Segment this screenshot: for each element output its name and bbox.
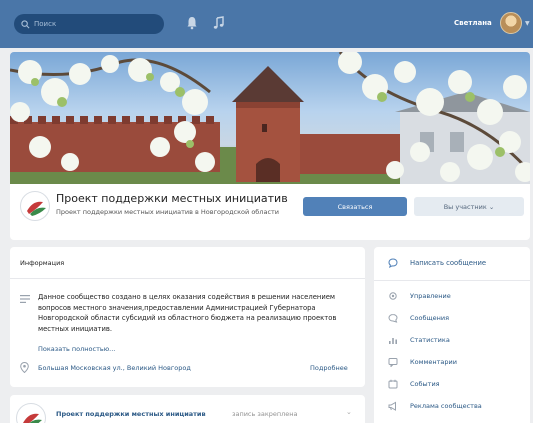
- gear-icon: [389, 292, 397, 300]
- info-title: Информация: [20, 259, 65, 267]
- search-bar[interactable]: Поиск: [14, 14, 164, 34]
- bell-icon[interactable]: [186, 16, 198, 30]
- group-logo[interactable]: [20, 191, 50, 221]
- post-menu-chevron-icon[interactable]: ⌄: [346, 408, 352, 416]
- logo-emblem-icon: [27, 201, 46, 216]
- show-more-link[interactable]: Показать полностью...: [38, 345, 115, 353]
- avatar[interactable]: [500, 12, 522, 34]
- comments-icon: [388, 358, 398, 367]
- chevron-down-icon[interactable]: ▼: [525, 20, 530, 27]
- post-author-link[interactable]: Проект поддержки местных инициатив: [56, 410, 206, 418]
- menu-item-label: События: [410, 380, 440, 388]
- top-header: Поиск Светлана ▼: [0, 0, 533, 48]
- search-input[interactable]: Поиск: [34, 20, 56, 28]
- kremlin-tower-photo: [10, 52, 530, 184]
- details-link[interactable]: Подробнее: [310, 364, 348, 372]
- member-status-button[interactable]: Вы участник ⌄: [414, 197, 524, 216]
- menu-item-events[interactable]: События: [388, 379, 440, 389]
- write-message-label: Написать сообщение: [410, 259, 487, 267]
- post-pinned-label: запись закреплена: [232, 410, 298, 418]
- user-name[interactable]: Светлана: [454, 19, 492, 27]
- community-description: Данное сообщество создано в целях оказан…: [38, 293, 337, 333]
- chat-icon: [388, 313, 398, 323]
- community-actions-menu: Написать сообщение Управление Сообщения …: [374, 247, 530, 423]
- pinned-post: Проект поддержки местных инициатив запис…: [10, 395, 365, 423]
- events-icon: [388, 379, 398, 389]
- location-pin-icon: [20, 362, 29, 373]
- megaphone-icon: [388, 401, 396, 411]
- menu-item-messages[interactable]: Сообщения: [388, 313, 449, 323]
- message-bubble-icon: [388, 258, 398, 268]
- search-icon: [21, 19, 30, 28]
- menu-item-label: Комментарии: [410, 358, 457, 366]
- logo-emblem-icon: [23, 413, 42, 423]
- post-author-avatar[interactable]: [16, 403, 46, 423]
- write-message-button[interactable]: Написать сообщение: [388, 258, 486, 268]
- stats-icon: [389, 338, 397, 344]
- menu-item-label: Статистика: [410, 336, 450, 344]
- menu-item-manage[interactable]: Управление: [388, 291, 451, 301]
- menu-item-label: Сообщения: [410, 314, 450, 322]
- info-card: Информация Данное сообщество создано в ц…: [10, 247, 365, 387]
- group-header: Проект поддержки местных инициатив Проек…: [10, 184, 530, 240]
- group-subtitle: Проект поддержки местных инициатив в Нов…: [56, 208, 280, 216]
- menu-item-community-ads[interactable]: Реклама сообщества: [388, 401, 482, 411]
- write-message-section: Написать сообщение: [374, 247, 530, 281]
- menu-item-statistics[interactable]: Статистика: [388, 335, 450, 345]
- music-icon[interactable]: [213, 16, 225, 30]
- contact-button[interactable]: Связаться: [303, 197, 407, 216]
- menu-item-label: Управление: [410, 292, 451, 300]
- menu-item-comments[interactable]: Комментарии: [388, 357, 457, 367]
- menu-item-label: Реклама сообщества: [410, 402, 482, 410]
- info-header: Информация: [10, 247, 365, 279]
- address-link[interactable]: Большая Московская ул., Великий Новгород: [38, 364, 191, 372]
- description-icon: [20, 295, 30, 303]
- group-title: Проект поддержки местных инициатив: [56, 192, 288, 205]
- cover-image: [10, 52, 530, 184]
